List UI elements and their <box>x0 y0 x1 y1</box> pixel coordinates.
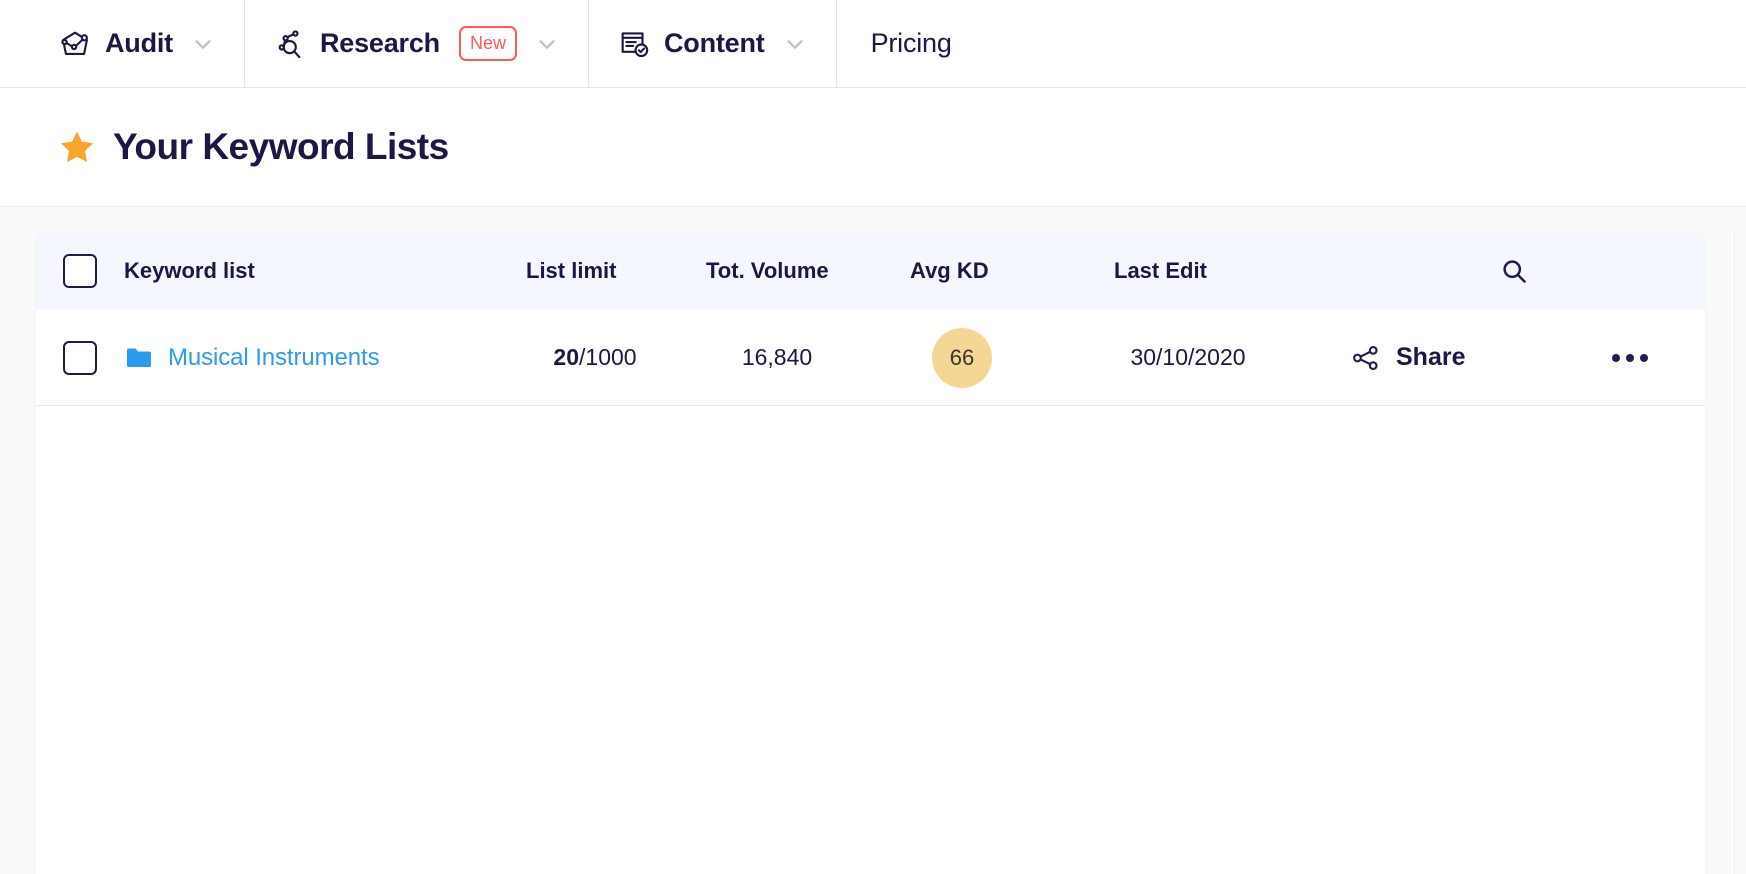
nav-item-audit[interactable]: Audit <box>0 0 245 87</box>
chevron-down-icon[interactable] <box>190 31 216 57</box>
chevron-down-icon[interactable] <box>782 31 808 57</box>
select-all-cell <box>36 254 124 288</box>
nav-item-content[interactable]: Content <box>589 0 837 87</box>
top-navigation: Audit Research New Content Pricing <box>0 0 1746 88</box>
total-volume-cell: 16,840 <box>741 344 813 370</box>
share-button[interactable]: Share <box>1396 343 1465 372</box>
keyword-list-link[interactable]: Musical Instruments <box>168 344 380 372</box>
table-row[interactable]: Musical Instruments 20/1000 16,840 66 30… <box>36 310 1705 406</box>
chevron-down-icon[interactable] <box>534 31 560 57</box>
nav-item-label: Pricing <box>870 28 952 58</box>
last-edit-cell: 30/10/2020 <box>1130 344 1246 370</box>
table-header-row: Keyword list List limit Tot. Volume Avg … <box>36 232 1705 310</box>
column-header-last-edit[interactable]: Last Edit <box>1054 258 1322 284</box>
list-limit-total: /1000 <box>579 344 637 370</box>
column-header-keyword-list[interactable]: Keyword list <box>124 258 506 284</box>
search-icon[interactable] <box>1499 256 1529 286</box>
audit-icon <box>58 27 92 61</box>
nav-item-label: Audit <box>105 28 173 58</box>
column-header-total-volume[interactable]: Tot. Volume <box>684 258 870 284</box>
new-badge: New <box>458 26 517 61</box>
page-header: Your Keyword Lists <box>0 88 1746 207</box>
nav-item-label: Content <box>663 28 765 58</box>
share-cell[interactable]: Share <box>1322 342 1554 374</box>
column-header-list-limit[interactable]: List limit <box>506 258 684 284</box>
column-header-label: Keyword list <box>124 258 255 283</box>
nav-item-pricing[interactable]: Pricing <box>837 0 986 87</box>
row-select-cell <box>36 340 124 375</box>
research-icon <box>273 27 307 61</box>
row-actions-cell <box>1554 344 1705 372</box>
list-limit-used: 20 <box>553 344 580 370</box>
content-area: Keyword list List limit Tot. Volume Avg … <box>0 207 1746 874</box>
avg-kd-cell: 66 <box>870 327 1054 388</box>
row-checkbox[interactable] <box>63 340 97 375</box>
folder-icon <box>124 343 154 373</box>
page-title: Your Keyword Lists <box>113 126 449 167</box>
select-all-checkbox[interactable] <box>63 254 97 288</box>
column-header-avg-kd[interactable]: Avg KD <box>870 258 1054 284</box>
nav-item-label: Research <box>319 28 440 58</box>
list-limit-cell: 20/1000 <box>506 344 684 371</box>
more-options-icon[interactable] <box>1602 344 1658 372</box>
vertical-scrollbar[interactable] <box>1734 232 1746 874</box>
content-icon <box>617 27 651 61</box>
keyword-list-cell: Musical Instruments <box>124 343 506 373</box>
share-icon <box>1350 342 1382 374</box>
keyword-lists-table: Keyword list List limit Tot. Volume Avg … <box>36 232 1705 874</box>
nav-item-research[interactable]: Research New <box>245 0 589 87</box>
search-cell <box>1322 256 1705 286</box>
star-icon <box>58 128 96 166</box>
kd-badge: 66 <box>932 327 992 388</box>
